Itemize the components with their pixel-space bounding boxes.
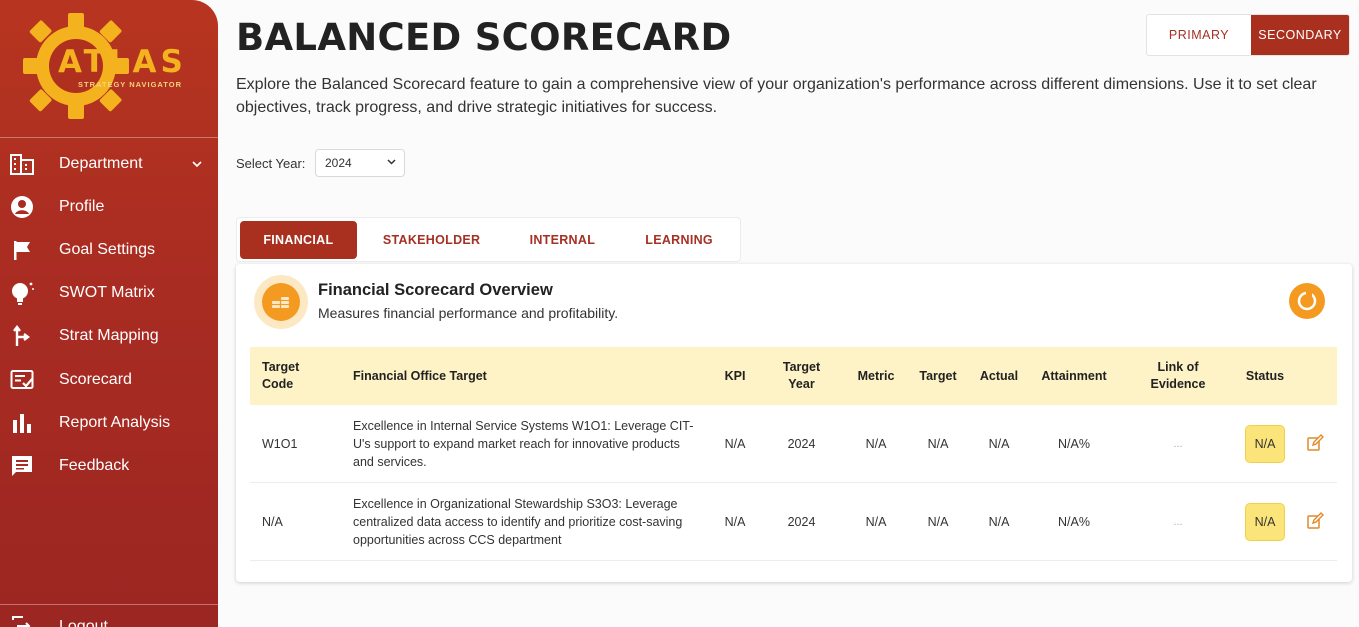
user-circle-icon bbox=[9, 194, 35, 220]
sidebar-item-label: Strat Mapping bbox=[59, 327, 159, 345]
split-arrow-icon bbox=[9, 323, 35, 349]
refresh-icon bbox=[1297, 291, 1317, 311]
financial-scorecard-card: Financial Scorecard Overview Measures fi… bbox=[236, 264, 1352, 582]
atlas-logo[interactable]: ATLAS STRATEGY NAVIGATOR bbox=[14, 8, 204, 128]
sidebar-item-label: Feedback bbox=[59, 456, 130, 474]
column-header-target: Target bbox=[919, 368, 957, 383]
sidebar-item-label: Scorecard bbox=[59, 370, 132, 388]
sidebar-divider bbox=[0, 604, 218, 605]
brand-tagline: STRATEGY NAVIGATOR bbox=[78, 80, 182, 89]
year-select-value: 2024 bbox=[325, 156, 352, 170]
status-badge: N/A bbox=[1245, 503, 1285, 541]
column-header-target-code: Target Code bbox=[262, 360, 300, 391]
sidebar-item-report-analysis[interactable]: Report Analysis bbox=[0, 401, 218, 444]
sidebar-item-label: SWOT Matrix bbox=[59, 284, 155, 302]
sidebar-item-feedback[interactable]: Feedback bbox=[0, 444, 218, 487]
column-header-office-target: Financial Office Target bbox=[353, 368, 487, 383]
brand-name: ATLAS bbox=[58, 44, 187, 80]
page-description: Explore the Balanced Scorecard feature t… bbox=[236, 76, 1317, 116]
sidebar-item-label: Profile bbox=[59, 197, 105, 215]
tab-learning[interactable]: LEARNING bbox=[618, 221, 740, 259]
column-header-evidence: Link of Evidence bbox=[1150, 360, 1206, 391]
bar-chart-icon bbox=[9, 410, 35, 436]
secondary-button[interactable]: SECONDARY bbox=[1251, 15, 1349, 55]
sidebar-item-label: Report Analysis bbox=[59, 413, 171, 431]
cell-target-year: 2024 bbox=[787, 515, 816, 529]
lightbulb-icon bbox=[9, 280, 35, 306]
edit-icon[interactable] bbox=[1306, 434, 1324, 452]
feedback-icon bbox=[9, 453, 35, 479]
flag-icon bbox=[9, 237, 35, 263]
cell-metric: N/A bbox=[865, 515, 887, 529]
checklist-icon bbox=[9, 367, 35, 393]
chevron-down-icon bbox=[387, 157, 396, 168]
edit-icon[interactable] bbox=[1306, 512, 1324, 530]
sidebar-item-goal-settings[interactable]: Goal Settings bbox=[0, 228, 218, 271]
coins-icon bbox=[254, 275, 308, 329]
column-header-metric: Metric bbox=[857, 368, 895, 383]
year-select-label: Select Year: bbox=[236, 156, 306, 171]
evidence-link[interactable]: ... bbox=[1143, 405, 1213, 483]
evidence-link[interactable]: ... bbox=[1143, 483, 1213, 561]
logout-label: Logout bbox=[59, 618, 108, 627]
cell-target-year: 2024 bbox=[787, 437, 816, 451]
refresh-button[interactable] bbox=[1289, 283, 1325, 319]
cell-office-target: Excellence in Organizational Stewardship… bbox=[353, 497, 683, 547]
column-header-actual: Actual bbox=[979, 368, 1019, 383]
table-header: Target Code Financial Office Target KPI … bbox=[250, 347, 1337, 405]
cell-attainment: N/A% bbox=[1058, 515, 1090, 529]
sidebar-divider bbox=[0, 137, 218, 138]
table-row: W1O1 Excellence in Internal Service Syst… bbox=[250, 405, 1337, 483]
cell-metric: N/A bbox=[865, 437, 887, 451]
chevron-down-icon bbox=[192, 157, 202, 171]
column-header-target-year: Target Year bbox=[782, 360, 821, 391]
cell-target-code: W1O1 bbox=[262, 437, 298, 451]
card-title: Financial Scorecard Overview bbox=[318, 281, 553, 299]
sidebar-item-department[interactable]: Department bbox=[0, 142, 218, 185]
cell-status: N/A bbox=[1239, 483, 1291, 561]
logout-icon bbox=[9, 613, 35, 627]
column-header-attainment: Attainment bbox=[1041, 368, 1107, 383]
sidebar-item-label: Department bbox=[59, 154, 143, 172]
column-header-status: Status bbox=[1245, 368, 1285, 383]
column-header-kpi: KPI bbox=[724, 368, 746, 383]
cell-target: N/A bbox=[927, 437, 949, 451]
status-badge: N/A bbox=[1245, 425, 1285, 463]
cell-kpi: N/A bbox=[724, 515, 746, 529]
sidebar-nav: Department Profile Goal Settings SWOT Ma… bbox=[0, 142, 218, 488]
cell-office-target: Excellence in Internal Service Systems W… bbox=[353, 419, 694, 469]
cell-actual: N/A bbox=[988, 437, 1010, 451]
table-row: N/A Excellence in Organizational Steward… bbox=[250, 483, 1337, 561]
sidebar-item-scorecard[interactable]: Scorecard bbox=[0, 358, 218, 401]
cell-target-code: N/A bbox=[262, 515, 283, 529]
tab-stakeholder[interactable]: STAKEHOLDER bbox=[357, 221, 507, 259]
cell-attainment: N/A% bbox=[1058, 437, 1090, 451]
tab-internal[interactable]: INTERNAL bbox=[506, 221, 618, 259]
sidebar-item-strat-mapping[interactable]: Strat Mapping bbox=[0, 315, 218, 358]
card-subtitle: Measures financial performance and profi… bbox=[318, 305, 619, 321]
cell-target: N/A bbox=[927, 515, 949, 529]
primary-button[interactable]: PRIMARY bbox=[1147, 15, 1251, 55]
sidebar-item-profile[interactable]: Profile bbox=[0, 185, 218, 228]
cell-kpi: N/A bbox=[724, 437, 746, 451]
logout-button[interactable]: Logout bbox=[0, 612, 218, 627]
sidebar-item-label: Goal Settings bbox=[59, 240, 156, 258]
tab-financial[interactable]: FINANCIAL bbox=[240, 220, 357, 259]
cell-actual: N/A bbox=[988, 515, 1010, 529]
year-select[interactable]: 2024 bbox=[315, 149, 405, 177]
sidebar: ATLAS STRATEGY NAVIGATOR Department Prof… bbox=[0, 0, 218, 627]
page-title: BALANCED SCORECARD bbox=[236, 16, 732, 59]
scorecard-table: Target Code Financial Office Target KPI … bbox=[250, 347, 1337, 561]
building-icon bbox=[9, 151, 35, 177]
cell-status: N/A bbox=[1239, 405, 1291, 483]
view-toggle: PRIMARY SECONDARY bbox=[1146, 14, 1350, 56]
sidebar-item-swot-matrix[interactable]: SWOT Matrix bbox=[0, 272, 218, 315]
scorecard-tabs: FINANCIAL STAKEHOLDER INTERNAL LEARNING bbox=[236, 217, 741, 262]
